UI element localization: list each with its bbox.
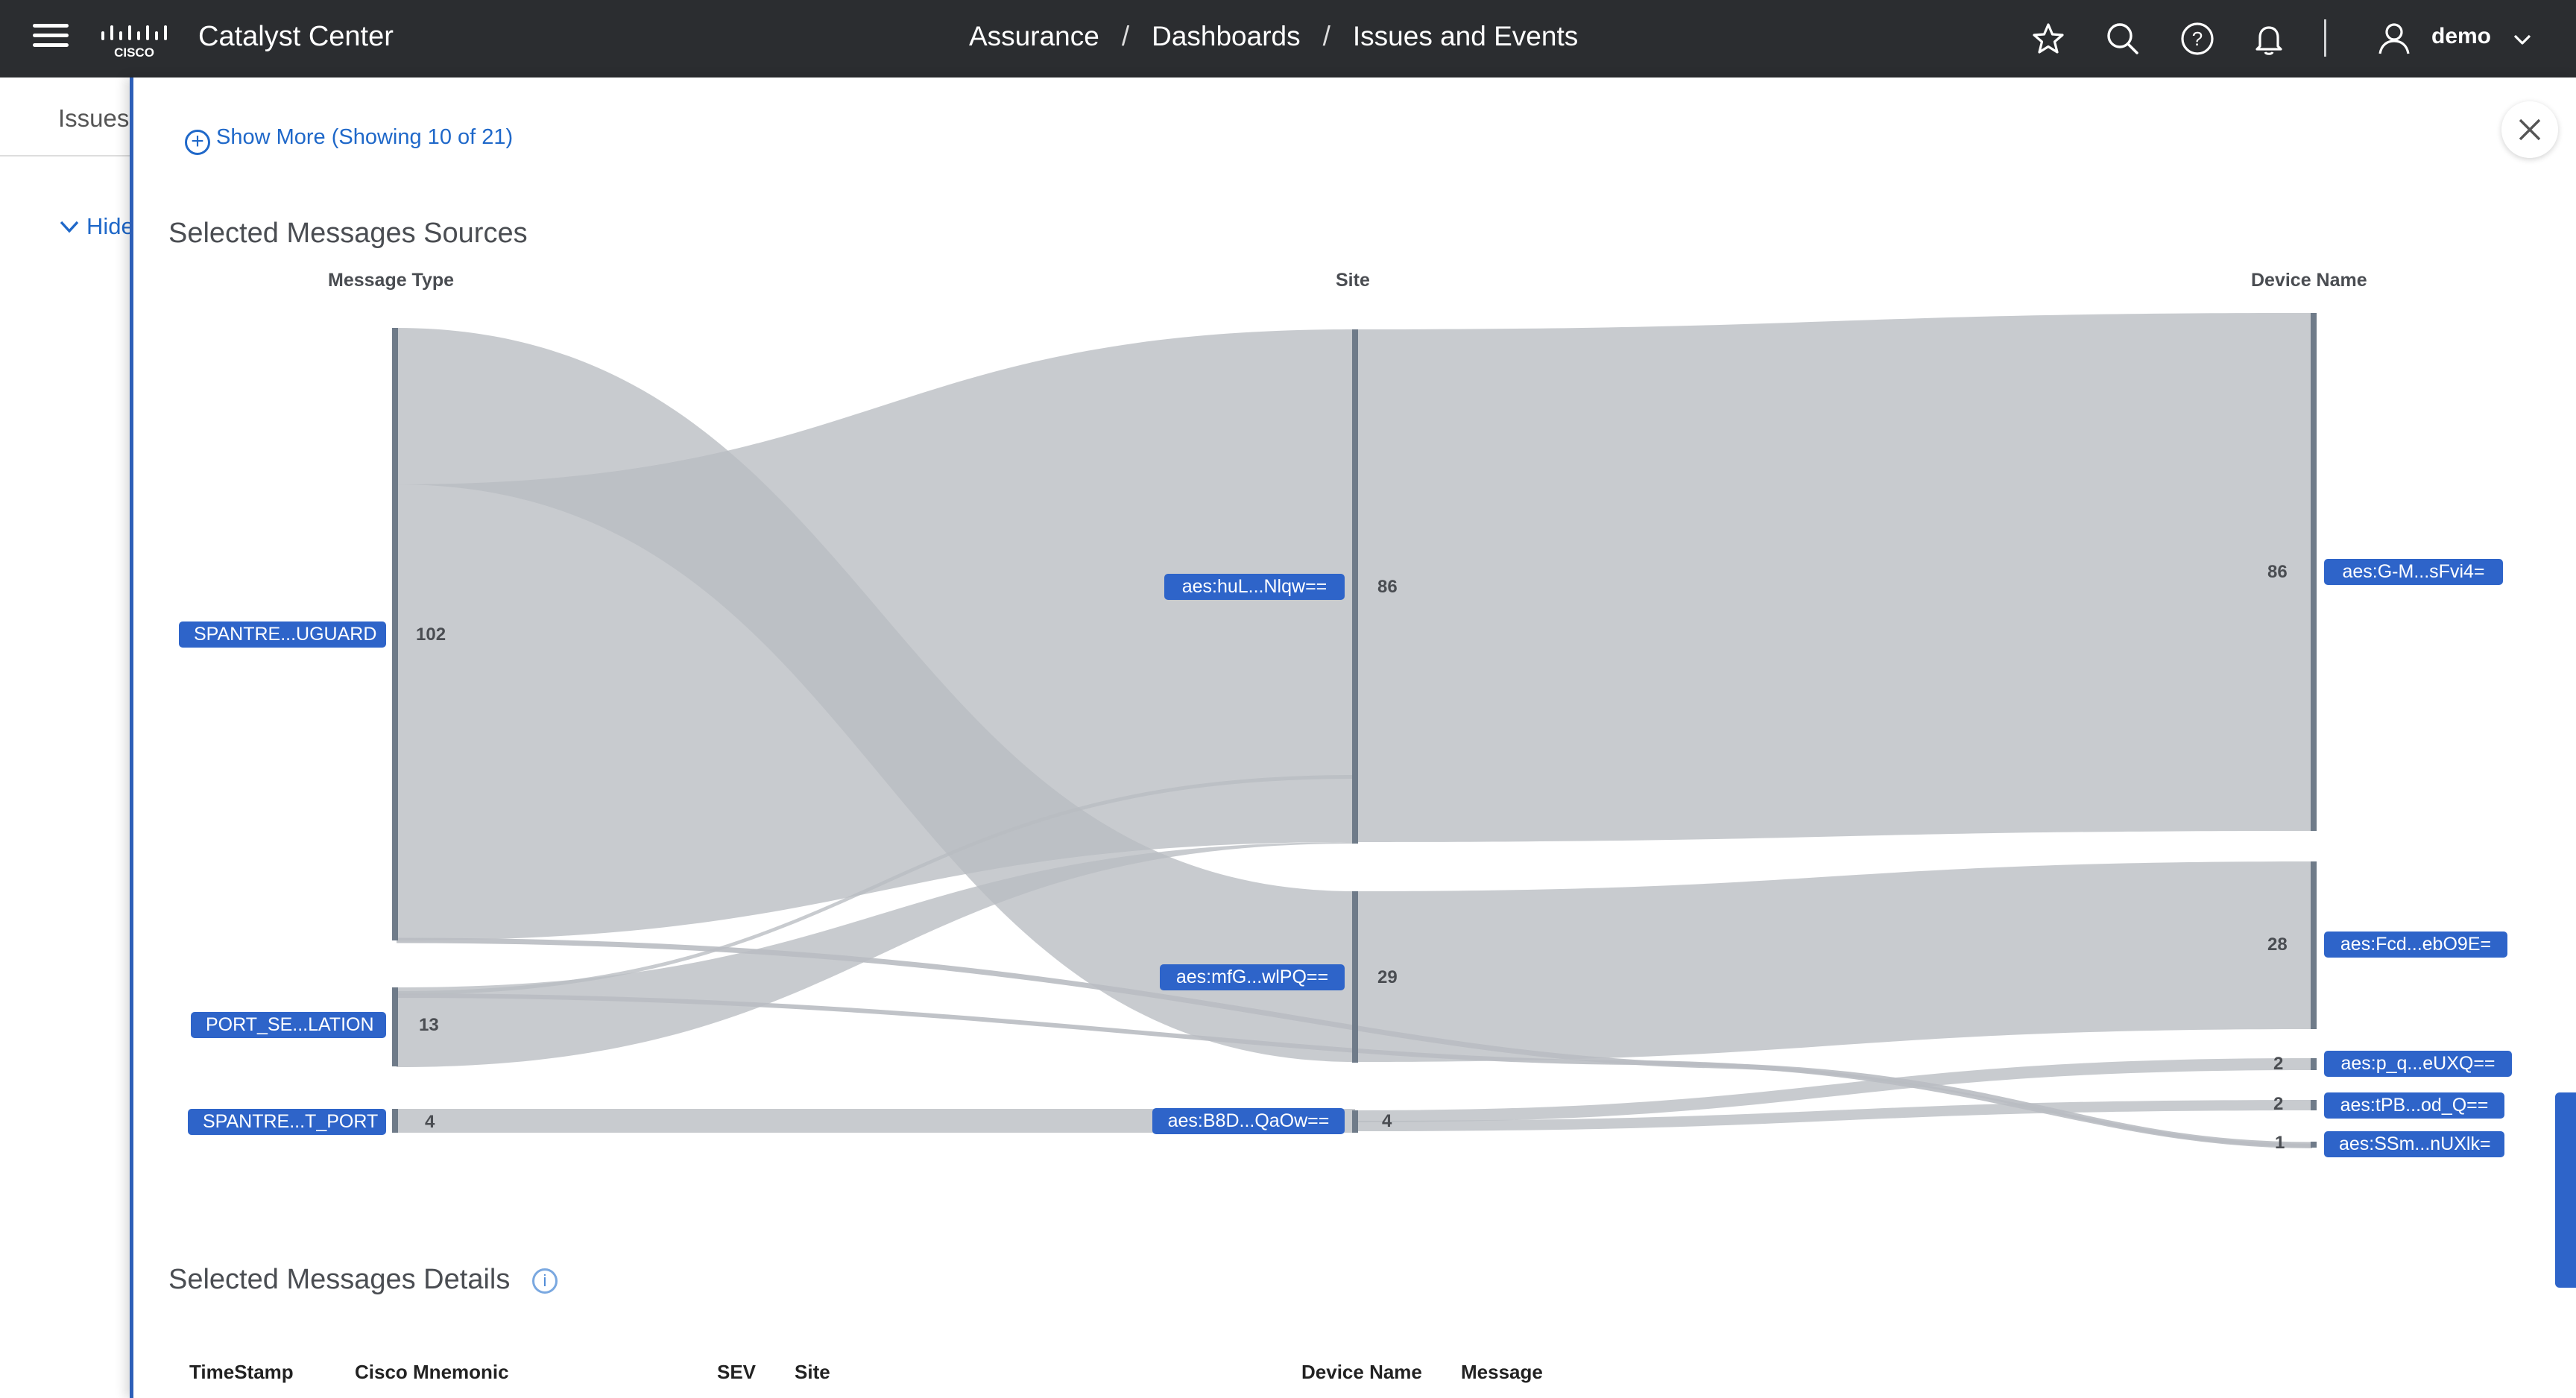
node-device-G-M[interactable]	[2311, 313, 2317, 831]
node-spantre-t-port[interactable]	[392, 1109, 398, 1133]
sankey-diagram	[392, 313, 2317, 1148]
node-device-SSm[interactable]	[2311, 1142, 2317, 1148]
details-title: Selected Messages Details	[168, 1264, 511, 1295]
message-type-tag[interactable]: SPANTRE...T_PORT	[188, 1109, 386, 1135]
table-header-site[interactable]: Site	[795, 1361, 830, 1384]
device-tag[interactable]: aes:G-M...sFvi4=	[2324, 559, 2503, 585]
device-tag[interactable]: aes:tPB...od_Q==	[2324, 1092, 2504, 1119]
table-header-message[interactable]: Message	[1461, 1361, 1543, 1384]
info-icon[interactable]: i	[532, 1268, 558, 1294]
message-type-tag[interactable]: SPANTRE...UGUARD	[179, 621, 386, 648]
table-header-device-name[interactable]: Device Name	[1301, 1361, 1422, 1384]
message-type-tag[interactable]: PORT_SE...LATION	[191, 1012, 386, 1038]
node-spantre-uguard[interactable]	[392, 328, 398, 940]
site-tag[interactable]: aes:B8D...QaOw==	[1152, 1108, 1345, 1134]
device-count: 2	[2273, 1054, 2284, 1074]
site-count: 86	[1377, 577, 1398, 597]
site-tag[interactable]: aes:huL...Nlqw==	[1164, 574, 1345, 600]
device-count: 2	[2273, 1094, 2284, 1114]
link-mfG-to-Fcd[interactable]	[1355, 861, 2312, 1062]
table-header-sev[interactable]: SEV	[717, 1361, 756, 1384]
site-count: 29	[1377, 967, 1398, 987]
node-port-se-lation[interactable]	[392, 987, 398, 1066]
table-header-mnemonic[interactable]: Cisco Mnemonic	[355, 1361, 509, 1384]
table-header-timestamp[interactable]: TimeStamp	[189, 1361, 294, 1384]
device-count: 1	[2275, 1133, 2285, 1153]
message-type-count: 13	[419, 1015, 439, 1035]
node-site-mfG[interactable]	[1352, 891, 1358, 1063]
scrollbar-thumb[interactable]	[2555, 1092, 2576, 1288]
site-count: 4	[1382, 1111, 1392, 1131]
device-tag[interactable]: aes:Fcd...ebO9E=	[2324, 932, 2507, 958]
device-count: 86	[2267, 562, 2288, 582]
message-type-count: 4	[425, 1112, 435, 1132]
device-count: 28	[2267, 934, 2288, 955]
site-tag[interactable]: aes:mfG...wlPQ==	[1160, 964, 1345, 990]
message-type-count: 102	[416, 624, 446, 645]
device-tag[interactable]: aes:SSm...nUXlk=	[2324, 1131, 2504, 1157]
device-tag[interactable]: aes:p_q...eUXQ==	[2324, 1051, 2512, 1077]
node-device-tPB[interactable]	[2311, 1100, 2317, 1110]
link-huL-to-G-M[interactable]	[1355, 313, 2312, 842]
node-site-huL[interactable]	[1352, 329, 1358, 844]
node-site-B8D[interactable]	[1352, 1110, 1358, 1133]
node-device-p_q[interactable]	[2311, 1058, 2317, 1070]
node-device-Fcd[interactable]	[2311, 861, 2317, 1029]
